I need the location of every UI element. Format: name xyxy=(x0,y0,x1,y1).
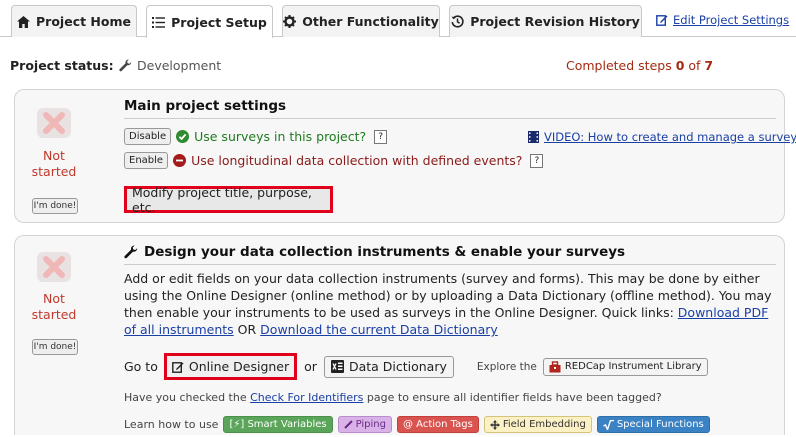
arrows-icon xyxy=(489,419,500,430)
wrench-icon xyxy=(119,59,132,72)
goto-row: Go to Online Designer or Data Dictionary… xyxy=(124,353,708,380)
film-icon xyxy=(528,131,539,143)
surveys-text: Use surveys in this project? xyxy=(194,129,367,144)
history-icon xyxy=(451,15,464,28)
tab-label: Other Functionality xyxy=(302,14,439,29)
instructions-paragraph: Add or edit fields on your data collecti… xyxy=(124,271,772,337)
step-status-text: Not started xyxy=(31,291,77,322)
tab-project-home[interactable]: Project Home xyxy=(11,5,137,37)
edit-project-settings-link[interactable]: Edit Project Settings xyxy=(656,13,789,27)
gear-icon xyxy=(283,15,297,28)
surveys-row: Disable Use surveys in this project? ? xyxy=(124,128,388,145)
step-status-text: Not started xyxy=(31,148,77,179)
not-started-icon xyxy=(37,252,71,282)
edit-icon xyxy=(656,15,668,26)
longitudinal-text: Use longitudinal data collection with de… xyxy=(191,153,523,168)
home-icon xyxy=(17,15,31,28)
list-icon xyxy=(152,16,166,28)
tab-bar: Project Home Project Setup Other Functio… xyxy=(0,0,796,38)
im-done-button[interactable]: I'm done! xyxy=(32,198,78,214)
completed-steps: Completed steps 0 of 7 xyxy=(566,58,714,73)
library-icon xyxy=(549,360,561,372)
instrument-library-button[interactable]: REDCap Instrument Library xyxy=(542,357,708,376)
piping-button[interactable]: Piping xyxy=(337,416,392,433)
data-dictionary-button[interactable]: Data Dictionary xyxy=(323,355,454,378)
pipe-icon xyxy=(343,420,353,429)
im-done-button[interactable]: I'm done! xyxy=(32,339,78,355)
modify-project-title-button[interactable]: Modify project title, purpose, etc. xyxy=(124,185,333,215)
tab-project-revision-history[interactable]: Project Revision History xyxy=(449,5,642,37)
check-identifiers-text: Have you checked the Check For Identifie… xyxy=(124,391,662,404)
disable-surveys-button[interactable]: Disable xyxy=(124,128,172,145)
tab-label: Project Revision History xyxy=(470,14,640,29)
not-started-icon xyxy=(37,108,71,138)
minus-circle-icon xyxy=(173,154,187,167)
download-data-dictionary-link[interactable]: Download the current Data Dictionary xyxy=(260,322,498,337)
check-for-identifiers-link[interactable]: Check For Identifiers xyxy=(250,391,363,404)
learn-row: Learn how to use [⚡] Smart Variables Pip… xyxy=(124,416,710,433)
tab-label: Project Setup xyxy=(171,14,267,30)
step-main-project-settings: Not started I'm done! Main project setti… xyxy=(14,89,796,223)
video-link[interactable]: VIDEO: How to create and manage a survey xyxy=(528,130,796,144)
status-label: Project status: xyxy=(10,58,114,73)
panel-title: Design your data collection instruments … xyxy=(124,244,776,265)
check-circle-icon xyxy=(176,130,190,143)
tab-label: Project Home xyxy=(36,14,131,29)
spreadsheet-icon xyxy=(330,360,344,373)
tab-other-functionality[interactable]: Other Functionality xyxy=(282,5,440,37)
help-icon[interactable]: ? xyxy=(374,129,388,144)
status-value: Development xyxy=(119,58,221,73)
sqrt-icon xyxy=(602,419,614,430)
smart-variables-button[interactable]: [⚡] Smart Variables xyxy=(223,416,333,433)
special-functions-button[interactable]: Special Functions xyxy=(596,416,710,433)
online-designer-button[interactable]: Online Designer xyxy=(163,353,298,380)
wrench-icon xyxy=(124,245,138,259)
tab-project-setup[interactable]: Project Setup xyxy=(146,5,273,38)
edit-icon xyxy=(171,361,184,373)
step-design-instruments: Not started I'm done! Design your data c… xyxy=(14,235,785,435)
project-status-row: Project status: Development Completed st… xyxy=(0,58,796,76)
longitudinal-row: Enable Use longitudinal data collection … xyxy=(124,152,544,169)
enable-longitudinal-button[interactable]: Enable xyxy=(124,152,169,169)
action-tags-button[interactable]: @ Action Tags xyxy=(397,416,479,433)
field-embedding-button[interactable]: Field Embedding xyxy=(483,416,592,433)
help-icon[interactable]: ? xyxy=(530,153,544,168)
panel-title: Main project settings xyxy=(124,98,776,119)
